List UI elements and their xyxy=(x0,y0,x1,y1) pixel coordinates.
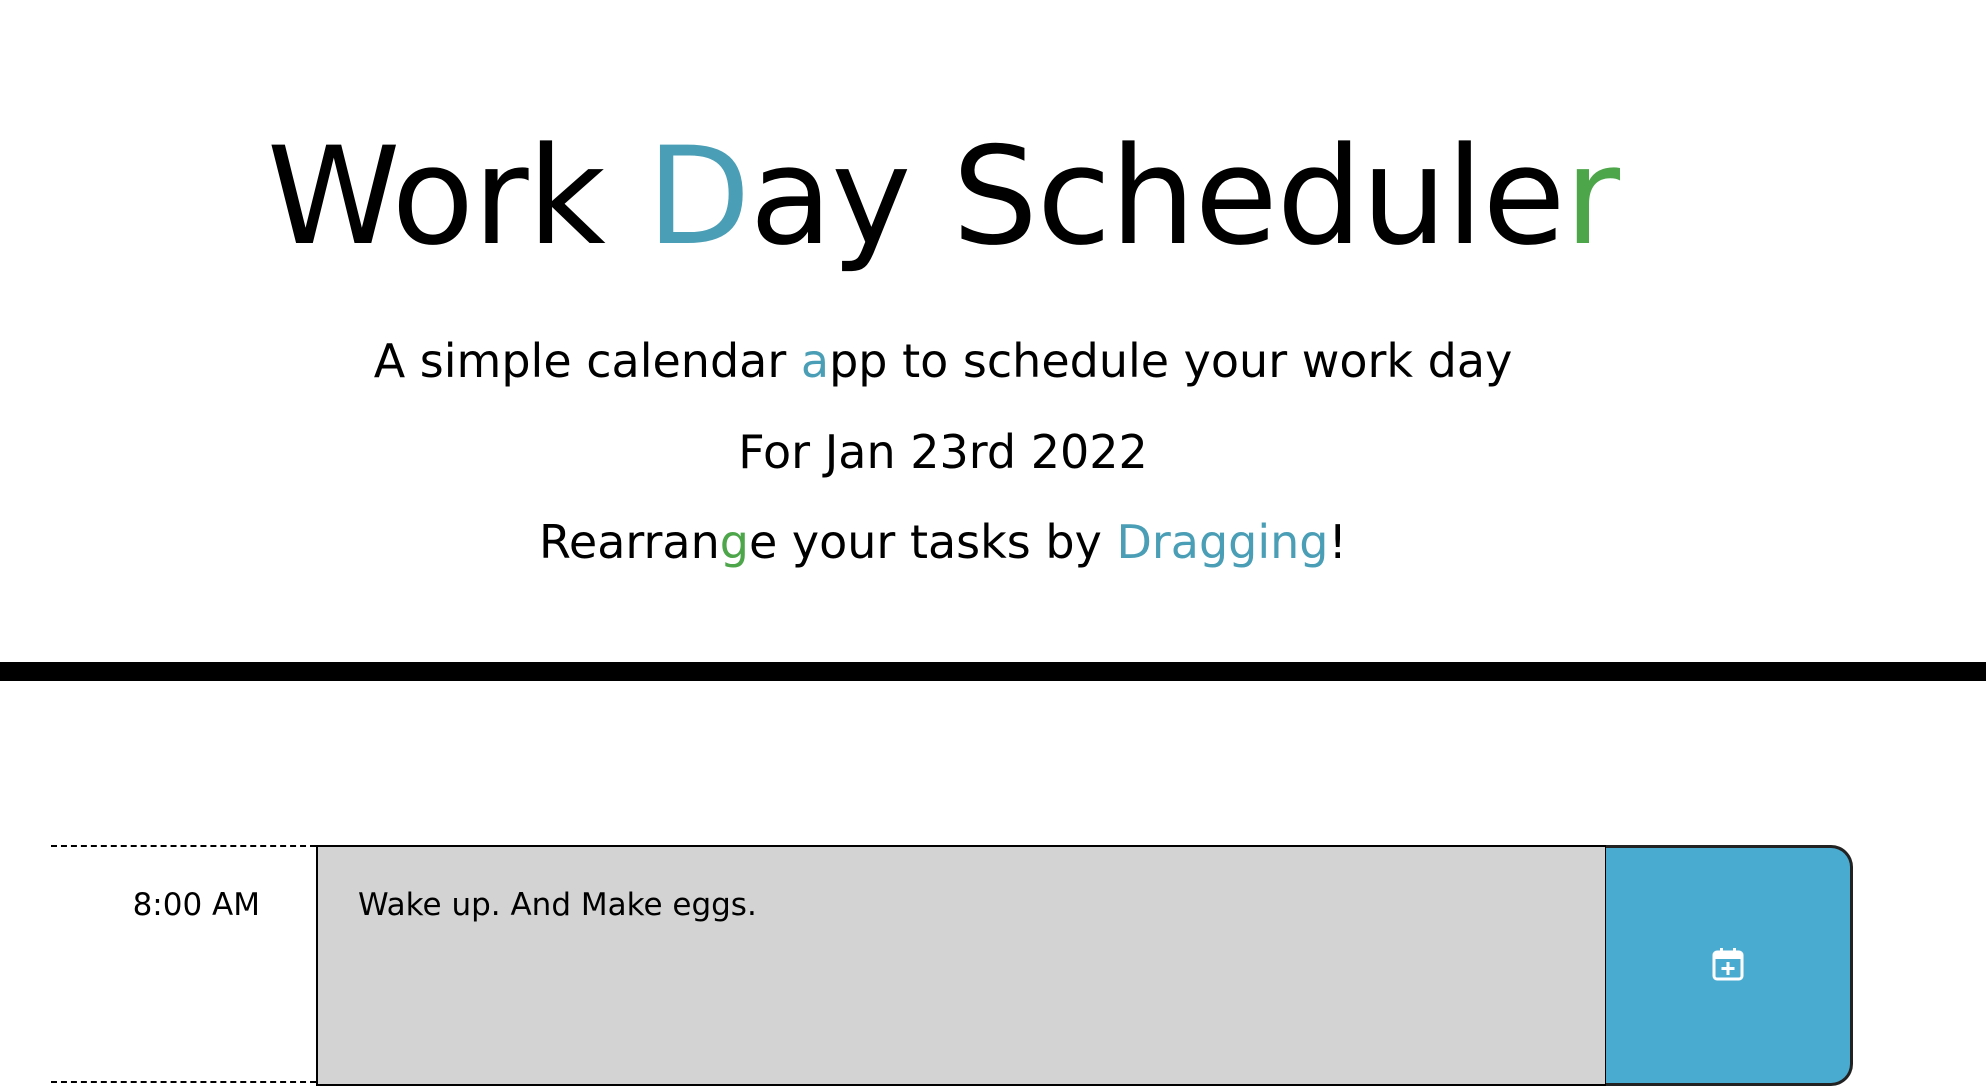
subtitle-text: pp to schedule your work day xyxy=(829,334,1513,388)
page-subtitle: A simple calendar app to schedule your w… xyxy=(0,330,1886,392)
hint-accent-letter: g xyxy=(719,515,749,569)
title-accent-letter: D xyxy=(646,118,751,275)
subtitle-accent-letter: a xyxy=(800,334,830,388)
hint-text: ! xyxy=(1328,515,1347,569)
current-date: For Jan 23rd 2022 xyxy=(738,425,1148,479)
hour-label: 8:00 AM xyxy=(51,845,316,1083)
hint-text: Rearran xyxy=(539,515,720,569)
title-text: Work xyxy=(266,118,647,275)
calendar-plus-icon xyxy=(1712,947,1744,985)
drag-hint: Rearrange your tasks by Dragging! xyxy=(0,511,1886,573)
subtitle-text: A simple calendar xyxy=(373,334,801,388)
header-divider xyxy=(0,662,1986,681)
title-accent-letter: r xyxy=(1564,118,1621,275)
hint-text: e your tasks by xyxy=(748,515,1117,569)
save-button[interactable] xyxy=(1606,845,1853,1086)
page-title: Work Day Scheduler xyxy=(0,112,1886,282)
task-textarea[interactable]: Wake up. And Make eggs. xyxy=(316,845,1607,1086)
hint-accent-word: Dragging xyxy=(1116,515,1329,569)
time-block-row: 8:00 AM Wake up. And Make eggs. xyxy=(51,845,1853,1086)
title-text: ay Schedule xyxy=(749,118,1566,275)
